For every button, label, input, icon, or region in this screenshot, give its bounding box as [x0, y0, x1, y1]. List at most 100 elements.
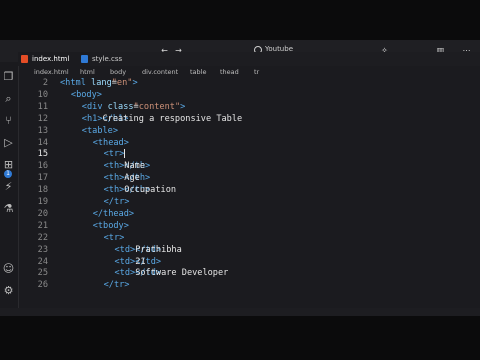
line-number: 19 — [37, 197, 48, 207]
line-number: 15 — [37, 149, 48, 160]
code-text: </tr> — [104, 280, 130, 290]
line-number: 11 — [37, 101, 48, 112]
line-number: 26 — [37, 280, 48, 291]
line-number: 10 — [37, 89, 48, 100]
code-line[interactable]: 11 <div class = "content"> — [18, 102, 480, 113]
code-token: 21 — [135, 256, 146, 267]
line-number: 13 — [37, 125, 48, 136]
code-token: <h1> — [81, 113, 103, 124]
line-number: 16 — [37, 161, 48, 172]
code-text: <html lang = "en"> — [60, 78, 138, 88]
code-token: <tr> — [103, 149, 125, 160]
code-line[interactable]: 25 <td> Software Developer </td> — [18, 268, 480, 279]
code-token: <td> — [114, 244, 136, 255]
line-number: 12 — [37, 113, 48, 124]
breadcrumb-item[interactable]: index.html — [34, 68, 69, 76]
code-token: Name — [124, 161, 145, 172]
breadcrumb-item[interactable]: tr — [254, 68, 259, 76]
code-text: <th> Name </th> — [104, 161, 151, 171]
line-number: 18 — [37, 185, 48, 196]
code-line[interactable]: 21 <tbody> — [18, 221, 480, 232]
breadcrumb: index.html html body div.content table t… — [18, 68, 480, 78]
line-number: 24 — [37, 256, 48, 267]
code-text: <body> — [71, 90, 102, 100]
status-bar — [0, 308, 480, 316]
code-line[interactable]: 22 <tr> — [18, 233, 480, 244]
testing-icon[interactable]: ⚗ — [2, 202, 15, 215]
tab-style-css[interactable]: style.css — [78, 52, 146, 66]
search-icon[interactable]: ⌕ — [2, 92, 15, 105]
code-line[interactable]: 10 <body> — [18, 90, 480, 101]
code-token: </tr> — [103, 280, 130, 291]
text-cursor — [124, 149, 126, 159]
code-text: <th> Age </th> — [104, 173, 151, 183]
code-line[interactable]: 19 </tr> — [18, 197, 480, 208]
line-number: 25 — [37, 268, 48, 279]
code-token: = — [111, 78, 117, 88]
code-text: <td> Software Developer </td> — [114, 268, 229, 279]
code-token: <th> — [103, 173, 125, 184]
code-text: </tr> — [104, 197, 130, 207]
line-number: 21 — [37, 220, 48, 231]
code-text: <table> — [82, 126, 118, 136]
code-line[interactable]: 15 <tr> — [18, 149, 480, 160]
code-text: <th> Occupation </th> — [104, 185, 176, 195]
settings-icon[interactable]: ⚙ — [2, 284, 15, 297]
code-token: > — [180, 101, 186, 112]
code-line[interactable]: 14 <thead> — [18, 138, 480, 149]
code-text: <tr> — [104, 233, 125, 243]
vscode-window: ← → Youtube ✧ ▥ ⋯ ❐ ⌕ ⑂ ▷ ⊞ 1 ⚡ ⚗ ☺ ⚙ in… — [0, 40, 480, 316]
line-number: 14 — [37, 137, 48, 148]
code-token: </thead> — [92, 208, 135, 219]
breadcrumb-item[interactable]: table — [190, 68, 206, 76]
code-token: <div — [81, 101, 108, 112]
code-token: <table> — [81, 125, 119, 136]
breadcrumb-item[interactable]: body — [110, 68, 126, 76]
breadcrumb-item[interactable]: div.content — [142, 68, 178, 76]
css-file-icon — [81, 55, 88, 63]
code-line[interactable]: 2 <html lang = "en"> — [18, 78, 480, 89]
code-line[interactable]: 26 </tr> — [18, 280, 480, 291]
notification-badge: 1 — [4, 170, 12, 178]
source-control-icon[interactable]: ⑂ — [2, 114, 15, 127]
breadcrumb-item[interactable]: thead — [220, 68, 239, 76]
account-icon[interactable]: ☺ — [2, 262, 15, 275]
remote-icon[interactable]: ⚡ — [2, 180, 15, 193]
code-text: <tr> — [104, 149, 126, 159]
code-line[interactable]: 23 <td> Prathibha </td> — [18, 245, 480, 256]
code-line[interactable]: 13 <table> — [18, 126, 480, 137]
code-line[interactable]: 20 </thead> — [18, 209, 480, 220]
code-text: <td> 21 </td> — [115, 257, 162, 267]
code-token: <td> — [114, 256, 136, 267]
code-line[interactable]: 17 <th> Age </th> — [18, 173, 480, 184]
code-token: <html — [60, 78, 92, 88]
code-token: <th> — [103, 161, 125, 172]
line-number: 22 — [37, 232, 48, 243]
tab-label: index.html — [32, 55, 70, 63]
code-token: <body> — [70, 89, 102, 100]
code-line[interactable]: 16 <th> Name </th> — [18, 161, 480, 172]
code-text: <tbody> — [93, 221, 129, 231]
code-line[interactable]: 18 <th> Occupation </th> — [18, 185, 480, 196]
run-debug-icon[interactable]: ▷ — [2, 136, 15, 149]
code-token: </tr> — [103, 197, 130, 207]
code-line[interactable]: 12 <h1> Creating a responsive Table </h1> — [18, 114, 480, 125]
tab-label: style.css — [92, 55, 123, 63]
code-token: <td> — [114, 268, 136, 279]
html-file-icon — [21, 55, 28, 63]
code-text: <h1> Creating a responsive Table </h1> — [81, 113, 242, 124]
code-editor[interactable]: 2 <html lang = "en"> 10 <body> 11 <div class = "c… — [18, 78, 480, 316]
code-text: <td> Prathibha </td> — [114, 244, 182, 255]
code-line[interactable]: 24 <td> 21 </td> — [18, 257, 480, 268]
code-token: Software Developer — [135, 268, 229, 279]
code-text: <thead> — [93, 138, 129, 148]
code-token: <tr> — [103, 232, 125, 243]
breadcrumb-item[interactable]: html — [80, 68, 95, 76]
files-icon[interactable]: ❐ — [2, 70, 15, 83]
code-token: = — [133, 101, 139, 112]
code-token: Occupation — [124, 185, 177, 196]
code-token: <thead> — [92, 137, 129, 148]
line-number: 20 — [37, 208, 48, 219]
line-number: 23 — [37, 244, 48, 255]
code-text: <div class = "content"> — [82, 102, 186, 112]
